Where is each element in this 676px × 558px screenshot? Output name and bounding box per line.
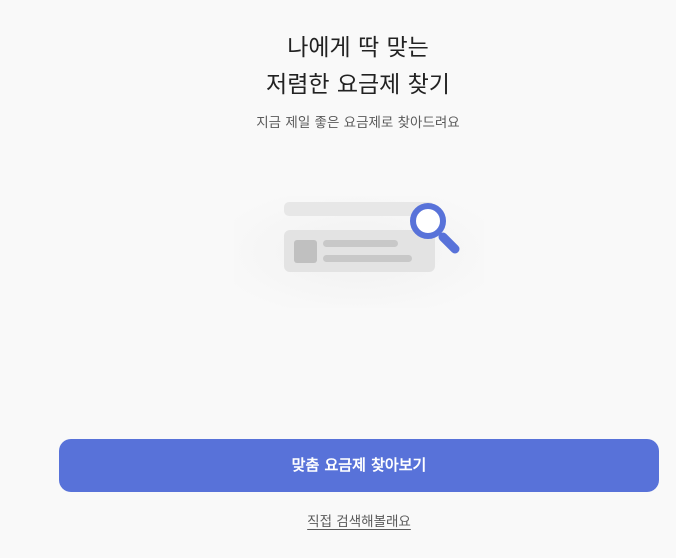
search-illustration-graphic [234,196,484,308]
page-title-line-2: 저렴한 요금제 찾기 [266,72,450,98]
plan-finder-screen: 나에게 딱 맞는 저렴한 요금제 찾기 지금 제일 좋은 요금제로 찾아드려요 [0,0,676,558]
card-thumbnail [294,240,317,263]
direct-search-link[interactable]: 직접 검색해볼래요 [0,510,676,530]
find-custom-plan-button[interactable]: 맞춤 요금제 찾아보기 [59,439,659,492]
page-title: 나에게 딱 맞는 저렴한 요금제 찾기 [0,30,676,104]
page-title-line-1: 나에게 딱 맞는 [287,35,429,61]
card-line-2 [323,255,412,262]
search-illustration [234,196,484,308]
result-card [284,230,435,272]
card-line-1 [323,240,398,247]
page-subtitle: 지금 제일 좋은 요금제로 찾아드려요 [256,115,460,131]
